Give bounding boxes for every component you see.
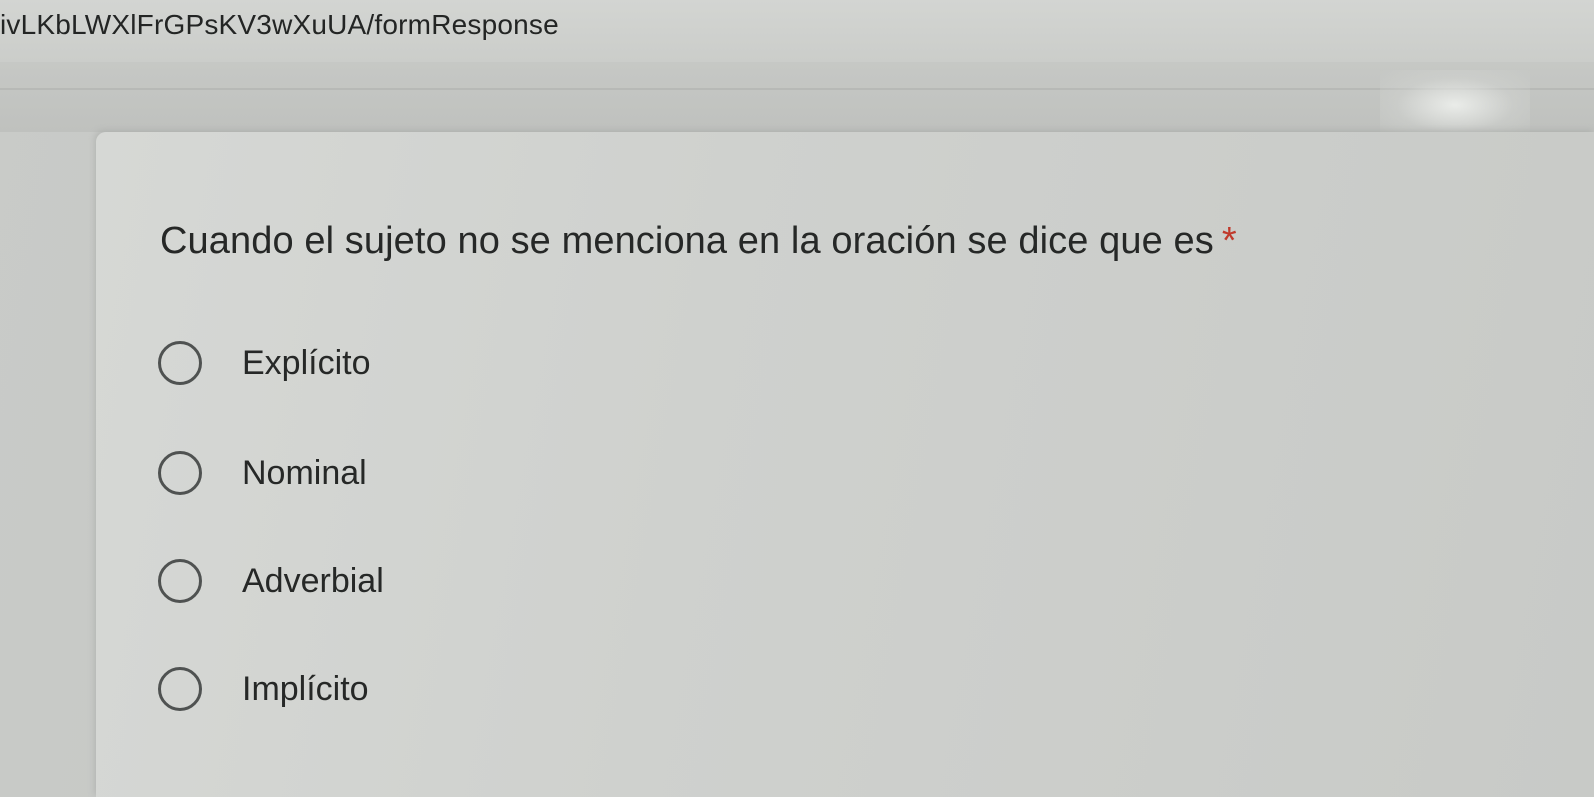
option-nominal[interactable]: Nominal [158,448,758,498]
option-explicito[interactable]: Explícito [158,338,758,388]
option-implicito[interactable]: Implícito [158,664,758,714]
header-divider [0,88,1594,90]
form-header-band [0,62,1594,132]
option-adverbial[interactable]: Adverbial [158,556,758,606]
option-label: Implícito [242,670,369,708]
option-label: Nominal [242,454,367,492]
required-asterisk: * [1221,220,1237,262]
url-text[interactable]: ivLKbLWXlFrGPsKV3wXuUA/formResponse [0,8,559,42]
radio-button-icon[interactable] [158,667,202,711]
radio-button-icon[interactable] [158,341,202,385]
screen-glare [1380,70,1530,140]
option-label: Explícito [242,344,371,382]
radio-button-icon[interactable] [158,559,202,603]
question-title: Cuando el sujeto no se menciona en la or… [160,218,1237,264]
browser-address-bar[interactable]: ivLKbLWXlFrGPsKV3wXuUA/formResponse [0,0,1594,62]
question-text: Cuando el sujeto no se menciona en la or… [160,220,1214,262]
option-label: Adverbial [242,562,384,600]
radio-button-icon[interactable] [158,451,202,495]
